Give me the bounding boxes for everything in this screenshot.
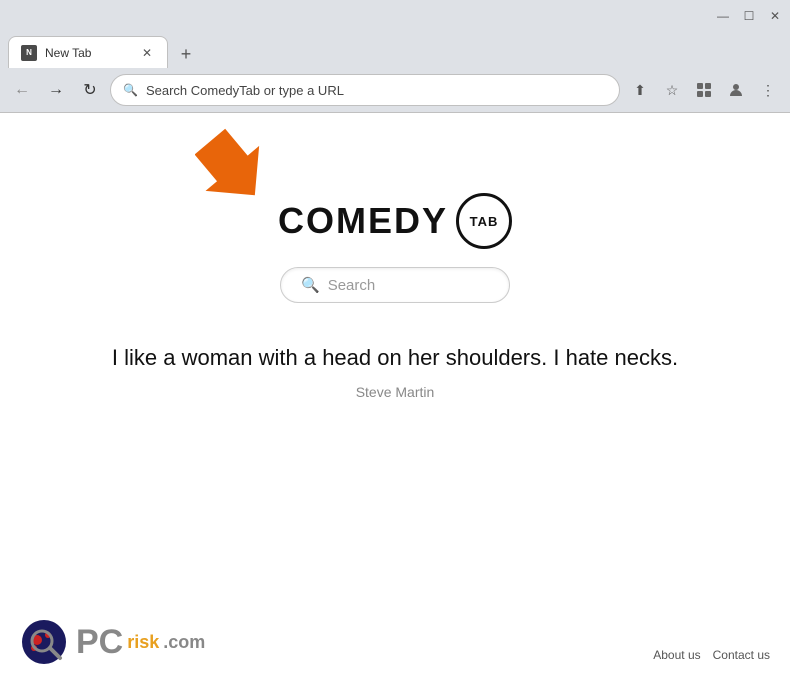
arrow-annotation <box>195 117 285 212</box>
about-us-link[interactable]: About us <box>653 648 700 662</box>
extensions-button[interactable] <box>690 76 718 104</box>
title-bar: — ☐ ✕ <box>0 0 790 32</box>
browser-chrome: — ☐ ✕ N New Tab ✕ + ← → ↻ 🔍 Search Comed… <box>0 0 790 113</box>
quote-text: I like a woman with a head on her should… <box>112 343 678 374</box>
pcrisk-risk: risk <box>127 632 159 653</box>
contact-us-link[interactable]: Contact us <box>713 648 770 662</box>
minimize-button[interactable]: — <box>716 9 730 23</box>
toolbar-actions: ⬆ ☆ ⋮ <box>626 76 782 104</box>
title-bar-controls: — ☐ ✕ <box>716 9 782 23</box>
search-placeholder-text: Search <box>328 277 376 294</box>
back-button[interactable]: ← <box>8 76 36 104</box>
quote-area: I like a woman with a head on her should… <box>52 343 738 400</box>
profile-button[interactable] <box>722 76 750 104</box>
logo-area: COMEDY TAB <box>278 193 512 249</box>
search-icon: 🔍 <box>301 276 320 294</box>
pcrisk-pc: PC <box>76 625 123 659</box>
share-button[interactable]: ⬆ <box>626 76 654 104</box>
page-footer: PC risk .com About us Contact us <box>0 624 790 674</box>
address-bar-text: Search ComedyTab or type a URL <box>146 83 344 98</box>
pcrisk-logo: PC risk .com <box>20 618 205 666</box>
footer-links: About us Contact us <box>653 648 770 666</box>
tab-close-button[interactable]: ✕ <box>139 45 155 61</box>
watermark-area: PC risk .com <box>20 618 637 666</box>
pcrisk-com: .com <box>163 632 205 653</box>
bookmark-button[interactable]: ☆ <box>658 76 686 104</box>
menu-button[interactable]: ⋮ <box>754 76 782 104</box>
tab-favicon: N <box>21 45 37 61</box>
address-search-icon: 🔍 <box>123 83 138 97</box>
maximize-button[interactable]: ☐ <box>742 9 756 23</box>
close-button[interactable]: ✕ <box>768 9 782 23</box>
address-bar[interactable]: 🔍 Search ComedyTab or type a URL <box>110 74 620 106</box>
tab-logo-badge: TAB <box>456 193 512 249</box>
page-content: COMEDY TAB 🔍 Search I like a woman with … <box>0 113 790 674</box>
active-tab[interactable]: N New Tab ✕ <box>8 36 168 68</box>
quote-author: Steve Martin <box>112 384 678 400</box>
tab-bar: N New Tab ✕ + <box>0 32 790 68</box>
forward-button[interactable]: → <box>42 76 70 104</box>
new-tab-button[interactable]: + <box>172 40 200 68</box>
tab-label: New Tab <box>45 46 131 60</box>
comedy-logo-text: COMEDY <box>278 200 448 242</box>
refresh-button[interactable]: ↻ <box>76 76 104 104</box>
search-box[interactable]: 🔍 Search <box>280 267 510 303</box>
toolbar: ← → ↻ 🔍 Search ComedyTab or type a URL ⬆… <box>0 68 790 112</box>
